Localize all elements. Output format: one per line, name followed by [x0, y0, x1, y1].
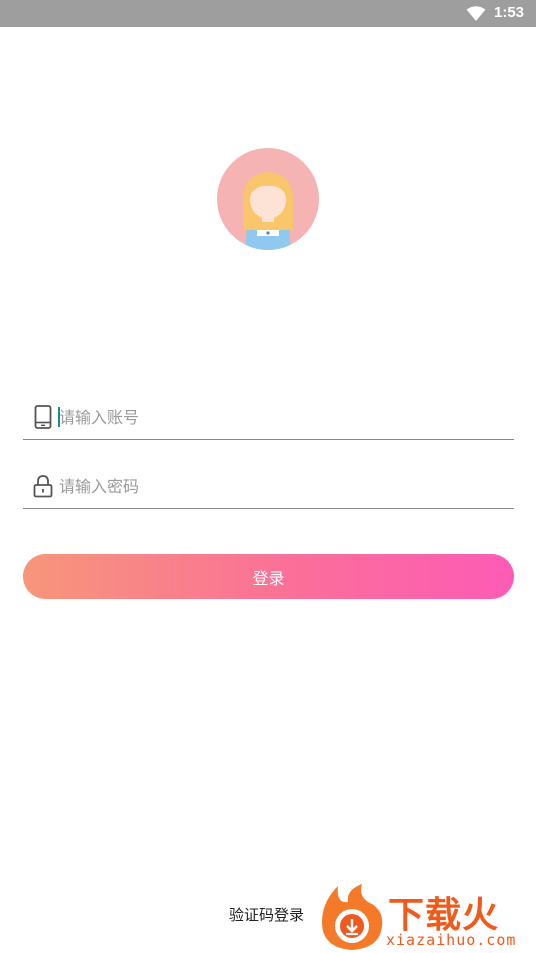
avatar: [217, 148, 319, 250]
account-field: [23, 396, 514, 440]
watermark-url: xiazaihuo.com: [386, 931, 517, 949]
account-input[interactable]: [59, 402, 499, 432]
password-input[interactable]: [59, 471, 499, 501]
password-field: [23, 465, 514, 509]
phone-icon: [34, 405, 52, 429]
sms-login-link[interactable]: 验证码登录: [229, 904, 304, 925]
lock-icon: [33, 475, 53, 498]
status-time: 1:53: [494, 4, 525, 21]
watermark: 下载火 xiazaihuo.com: [318, 880, 536, 953]
login-button[interactable]: 登录: [23, 554, 514, 599]
text-caret: [58, 407, 60, 427]
status-bar: 1:53: [0, 0, 536, 27]
wifi-icon: [466, 6, 486, 21]
flame-logo-icon: [322, 884, 383, 950]
